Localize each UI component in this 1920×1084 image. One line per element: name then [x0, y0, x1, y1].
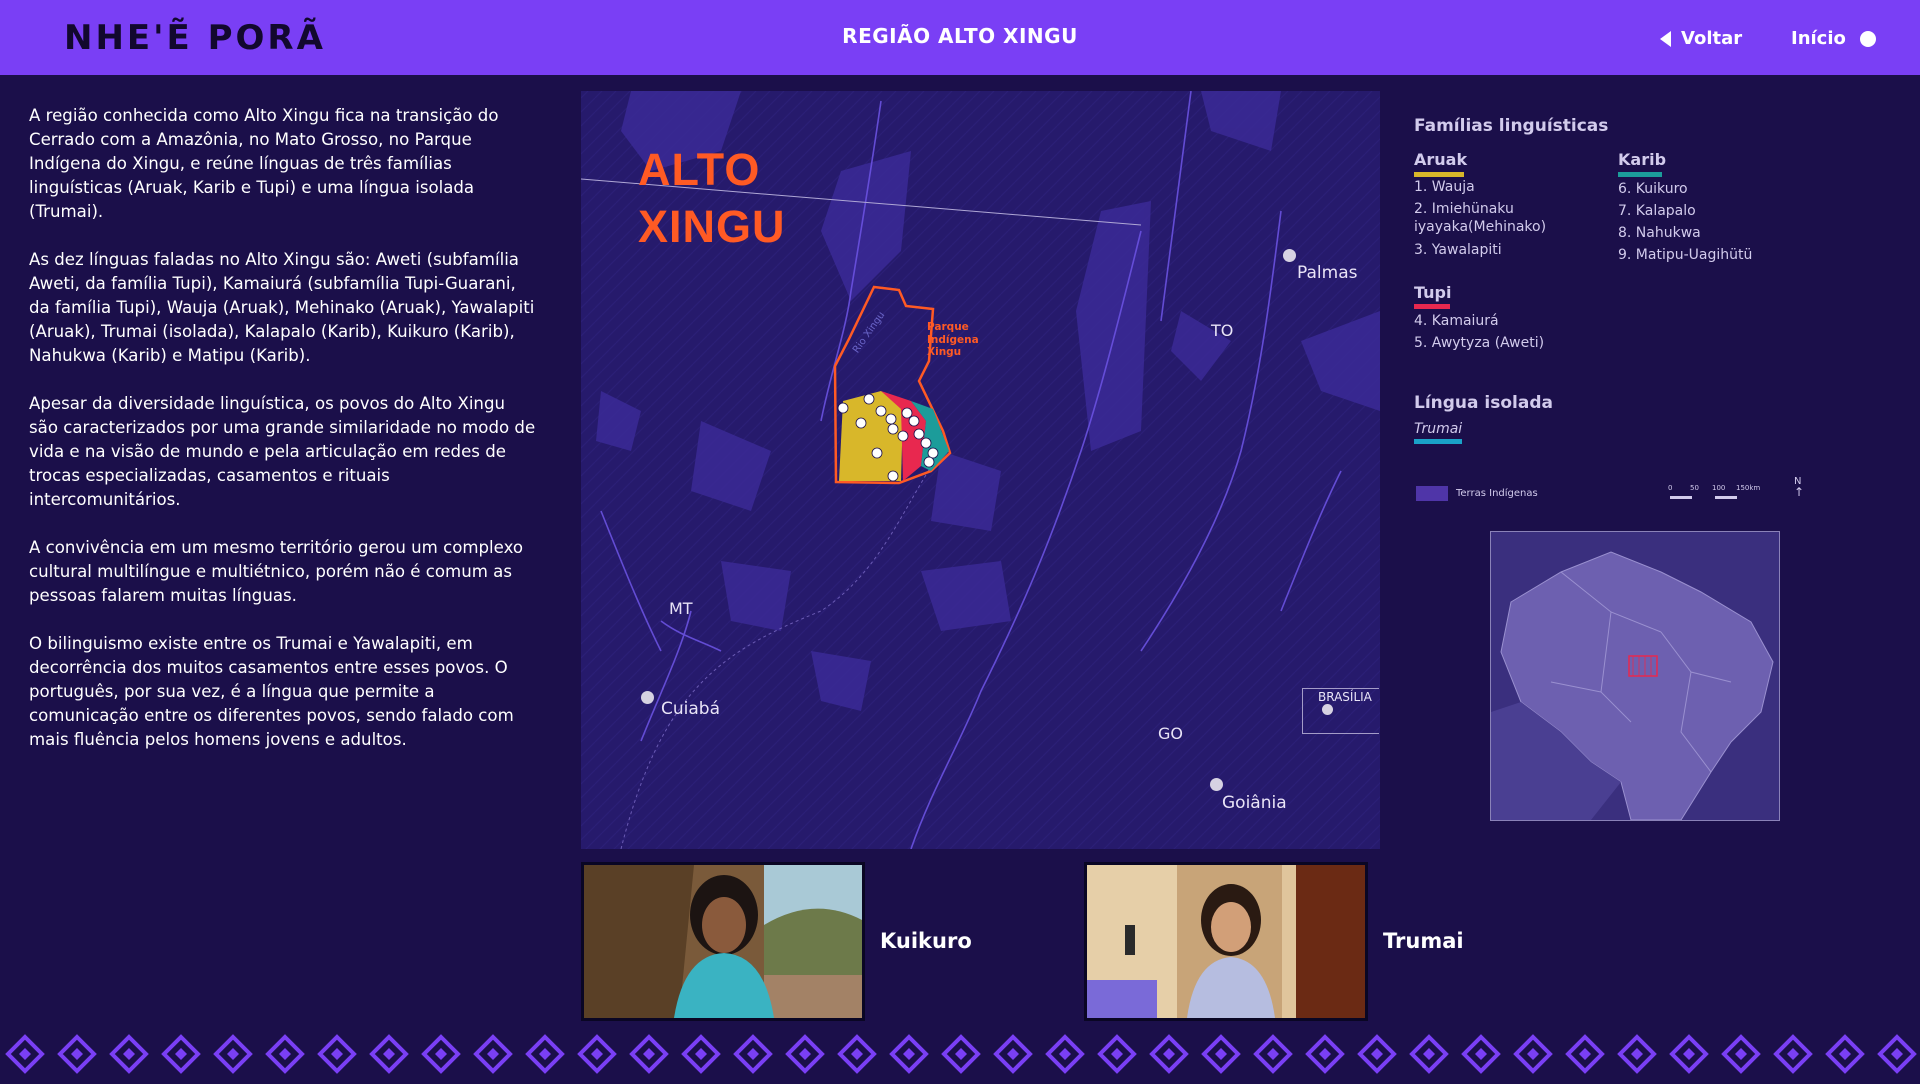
state-to: TO — [1211, 321, 1234, 340]
park-label-line: Xingu — [927, 346, 962, 358]
video-label-trumai[interactable]: Trumai — [1383, 929, 1464, 953]
video-label-kuikuro[interactable]: Kuikuro — [880, 929, 972, 953]
city-brasilia: BRASÍLIA — [1318, 690, 1372, 704]
description-paragraph: A convivência em um mesmo território ger… — [29, 538, 524, 605]
map-title-line: ALTO — [638, 144, 761, 195]
family-tupi: Tupi — [1414, 283, 1452, 302]
language-item: 3. Yawalapiti — [1414, 242, 1502, 258]
park-label-line: Indígena — [927, 333, 979, 346]
isolated-language-title: Língua isolada — [1414, 393, 1553, 413]
city-cuiaba: Cuiabá — [661, 699, 720, 719]
indigenous-lands-swatch — [1416, 486, 1448, 501]
home-button[interactable]: Início — [1791, 28, 1876, 49]
city-pin — [1322, 704, 1333, 715]
scale-bar: 0 50 100 150km — [1668, 484, 1760, 502]
state-go: GO — [1158, 724, 1183, 743]
language-item: 7. Kalapalo — [1618, 203, 1696, 219]
family-aruak: Aruak — [1414, 150, 1468, 169]
indigenous-lands-label: Terras Indígenas — [1456, 488, 1538, 499]
description-paragraph: A região conhecida como Alto Xingu fica … — [29, 106, 499, 221]
isolated-language-item: Trumai — [1414, 421, 1463, 437]
page-title: REGIÃO ALTO XINGU — [842, 24, 1078, 48]
back-button[interactable]: Voltar — [1660, 28, 1742, 49]
state-mt: MT — [669, 599, 693, 618]
scale-label: 50 — [1690, 484, 1699, 492]
region-map: ALTO XINGU Parque Indígena Xingu Rio Xin… — [581, 91, 1380, 849]
video-thumbnail-kuikuro[interactable] — [581, 862, 865, 1021]
aruak-color-bar — [1414, 172, 1464, 177]
legend-title: Famílias linguísticas — [1414, 116, 1609, 136]
north-arrow-icon: N ↑ — [1794, 476, 1805, 499]
park-label-line: Parque — [927, 321, 969, 333]
language-item: 5. Awytyza (Aweti) — [1414, 335, 1545, 351]
karib-color-bar — [1618, 172, 1662, 177]
city-pin — [1210, 778, 1223, 791]
city-pin — [1283, 249, 1296, 262]
description-paragraph: As dez línguas faladas no Alto Xingu são… — [29, 250, 535, 365]
city-palmas: Palmas — [1297, 263, 1358, 283]
home-label: Início — [1791, 28, 1846, 49]
tupi-color-bar — [1414, 304, 1450, 309]
language-item: 8. Nahukwa — [1618, 225, 1701, 241]
city-goiania: Goiânia — [1222, 793, 1287, 813]
region-description: A região conhecida como Alto Xingu fica … — [29, 104, 539, 776]
video-thumbnail-trumai[interactable] — [1084, 862, 1368, 1021]
aruak-area — [839, 391, 903, 481]
scale-label: 0 — [1668, 484, 1673, 492]
brazil-inset-map — [1490, 531, 1780, 821]
scale-label: 100 — [1712, 484, 1726, 492]
language-item: 4. Kamaiurá — [1414, 313, 1499, 329]
park-label: Parque Indígena Xingu — [927, 321, 979, 359]
scale-label: 150km — [1736, 484, 1761, 492]
language-item: 1. Wauja — [1414, 179, 1475, 195]
description-paragraph: O bilinguismo existe entre os Trumai e Y… — [29, 634, 514, 749]
map-title: ALTO XINGU — [638, 141, 786, 255]
language-item: 6. Kuikuro — [1618, 181, 1688, 197]
top-bar: NHE'Ẽ PORÃ REGIÃO ALTO XINGU Voltar Iníc… — [0, 0, 1920, 75]
family-karib: Karib — [1618, 150, 1667, 169]
map-title-line: XINGU — [638, 201, 786, 252]
language-item: iyayaka(Mehinako) — [1414, 219, 1547, 235]
description-paragraph: Apesar da diversidade linguística, os po… — [29, 394, 536, 509]
language-item: 9. Matipu-Uagihütü — [1618, 247, 1753, 263]
isolated-color-bar — [1414, 439, 1462, 444]
bottom-pattern — [0, 1032, 1920, 1080]
language-item: 2. Imiehünaku — [1414, 201, 1514, 217]
home-dot-icon — [1859, 30, 1876, 47]
city-pin — [641, 691, 654, 704]
back-label: Voltar — [1681, 28, 1743, 49]
back-arrow-icon — [1660, 30, 1671, 47]
